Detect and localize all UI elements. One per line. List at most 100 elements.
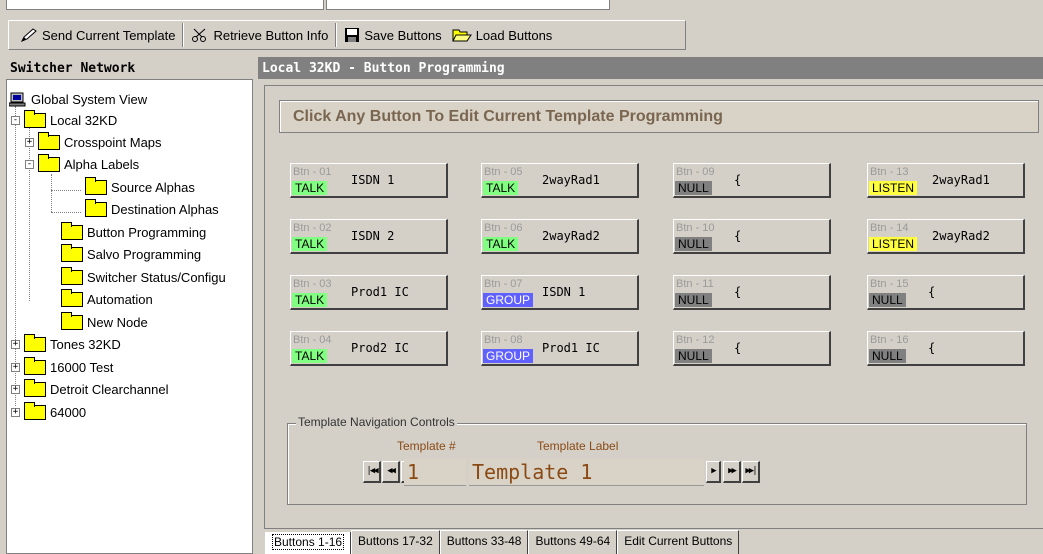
button-label: ISDN 2: [351, 229, 395, 243]
load-buttons-button[interactable]: Load Buttons: [447, 23, 558, 47]
retrieve-button-info-button[interactable]: Retrieve Button Info: [186, 23, 333, 47]
next-template-button[interactable]: ▶: [706, 461, 721, 483]
tree-label: Tones 32KD: [50, 336, 121, 352]
button-mode-tag: TALK: [292, 237, 328, 251]
folder-icon: [61, 311, 83, 330]
first-template-button[interactable]: |◀◀: [363, 461, 381, 483]
collapse-icon[interactable]: -: [25, 159, 34, 169]
retrieve-label: Retrieve Button Info: [213, 27, 329, 43]
tree-item-global-system-view[interactable]: Global System View: [9, 88, 147, 110]
button-number: Btn - 10: [676, 222, 715, 234]
program-button[interactable]: Btn - 11 NULL {: [673, 275, 831, 310]
program-button[interactable]: Btn - 10 NULL {: [673, 219, 831, 254]
program-button[interactable]: Btn - 03 TALK Prod1 IC: [290, 275, 448, 310]
folder-icon: [61, 266, 83, 285]
button-number: Btn - 07: [484, 278, 523, 290]
template-number-header: Template #: [397, 439, 456, 453]
tree-label: Automation: [87, 291, 153, 307]
network-tree[interactable]: Global System View - Local 32KD + Crossp…: [6, 79, 253, 554]
button-mode-tag: TALK: [292, 181, 328, 195]
template-number-field[interactable]: 1: [404, 459, 466, 486]
button-number: Btn - 14: [870, 222, 909, 234]
tree-item-crosspoint-maps[interactable]: + Crosspoint Maps: [25, 131, 162, 153]
tree-label: New Node: [87, 314, 148, 330]
expand-icon[interactable]: +: [25, 137, 34, 147]
button-number: Btn - 13: [870, 166, 909, 178]
button-number: Btn - 02: [293, 222, 332, 234]
tab-buttons-1-16[interactable]: Buttons 1-16: [265, 532, 352, 554]
tree-item-local-32kd[interactable]: - Local 32KD: [11, 109, 117, 131]
program-button[interactable]: Btn - 12 NULL {: [673, 331, 831, 366]
previous-page-button[interactable]: ◀◀: [382, 461, 400, 483]
program-button[interactable]: Btn - 08 GROUP Prod1 IC: [481, 331, 639, 366]
expand-icon[interactable]: +: [11, 362, 20, 372]
button-label: {: [734, 173, 742, 187]
network-computer-icon: [9, 92, 26, 107]
program-button[interactable]: Btn - 15 NULL {: [867, 275, 1025, 310]
instruction-banner: Click Any Button To Edit Current Templat…: [279, 100, 1039, 133]
button-number: Btn - 05: [484, 166, 523, 178]
program-button[interactable]: Btn - 07 GROUP ISDN 1: [481, 275, 639, 310]
template-label-field[interactable]: Template 1: [469, 459, 704, 486]
program-button[interactable]: Btn - 01 TALK ISDN 1: [290, 163, 448, 198]
tree-item-destination-alphas[interactable]: Destination Alphas: [85, 198, 219, 220]
tree-item-16000-test[interactable]: + 16000 Test: [11, 356, 113, 378]
tab-buttons-33-48[interactable]: Buttons 33-48: [439, 530, 529, 554]
button-page-tabs: Buttons 1-16 Buttons 17-32 Buttons 33-48…: [265, 530, 740, 554]
program-button[interactable]: Btn - 05 TALK 2wayRad1: [481, 163, 639, 198]
tree-label: Crosspoint Maps: [64, 134, 162, 150]
tree-item-64000[interactable]: + 64000: [11, 401, 86, 423]
toolbar-separator: [182, 23, 185, 47]
program-button[interactable]: Btn - 04 TALK Prod2 IC: [290, 331, 448, 366]
save-buttons-button[interactable]: Save Buttons: [339, 23, 446, 47]
top-strip-field-2: [326, 0, 610, 10]
tree-item-switcher-status[interactable]: Switcher Status/Configu: [61, 266, 226, 288]
program-button[interactable]: Btn - 16 NULL {: [867, 331, 1025, 366]
button-mode-tag: GROUP: [483, 293, 534, 307]
button-number: Btn - 01: [293, 166, 332, 178]
expand-icon[interactable]: +: [11, 407, 20, 417]
tree-item-new-node[interactable]: New Node: [61, 311, 148, 333]
tree-label: Source Alphas: [111, 179, 195, 195]
program-button[interactable]: Btn - 06 TALK 2wayRad2: [481, 219, 639, 254]
collapse-icon[interactable]: -: [11, 115, 20, 125]
save-label: Save Buttons: [364, 27, 442, 43]
tree-label: Switcher Status/Configu: [87, 269, 226, 285]
button-label: 2wayRad1: [932, 173, 990, 187]
load-label: Load Buttons: [475, 27, 553, 43]
tree-item-detroit-clearchannel[interactable]: + Detroit Clearchannel: [11, 378, 169, 400]
folder-icon: [38, 131, 60, 150]
button-label: 2wayRad1: [542, 173, 600, 187]
program-button[interactable]: Btn - 09 NULL {: [673, 163, 831, 198]
program-button[interactable]: Btn - 02 TALK ISDN 2: [290, 219, 448, 254]
folder-icon: [24, 333, 46, 352]
button-mode-tag: TALK: [292, 293, 328, 307]
program-button[interactable]: Btn - 14 LISTEN 2wayRad2: [867, 219, 1025, 254]
button-label: 2wayRad2: [932, 229, 990, 243]
tree-item-source-alphas[interactable]: Source Alphas: [85, 176, 195, 198]
tab-buttons-49-64[interactable]: Buttons 49-64: [528, 530, 618, 554]
send-template-button[interactable]: Send Current Template: [15, 23, 180, 47]
last-template-button[interactable]: ▶▶|: [742, 461, 760, 483]
tree-item-button-programming[interactable]: Button Programming: [61, 221, 206, 243]
tab-buttons-17-32[interactable]: Buttons 17-32: [351, 530, 440, 554]
folder-icon: [61, 221, 83, 240]
tree-item-alpha-labels[interactable]: - Alpha Labels: [25, 153, 139, 175]
tree-item-tones-32kd[interactable]: + Tones 32KD: [11, 333, 121, 355]
program-button[interactable]: Btn - 13 LISTEN 2wayRad1: [867, 163, 1025, 198]
button-mode-tag: GROUP: [483, 349, 534, 363]
expand-icon[interactable]: +: [11, 384, 20, 394]
tab-edit-current-buttons[interactable]: Edit Current Buttons: [617, 530, 740, 554]
button-mode-tag: NULL: [675, 349, 712, 363]
button-mode-tag: TALK: [483, 181, 519, 195]
button-number: Btn - 08: [484, 334, 523, 346]
tree-item-salvo-programming[interactable]: Salvo Programming: [61, 243, 201, 265]
next-page-button[interactable]: ▶▶: [723, 461, 741, 483]
button-number: Btn - 12: [676, 334, 715, 346]
navigation-legend: Template Navigation Controls: [296, 415, 457, 429]
tree-item-automation[interactable]: Automation: [61, 288, 153, 310]
button-label: {: [734, 341, 742, 355]
expand-icon[interactable]: +: [11, 339, 20, 349]
folder-icon: [24, 378, 46, 397]
tree-label: Detroit Clearchannel: [50, 381, 169, 397]
